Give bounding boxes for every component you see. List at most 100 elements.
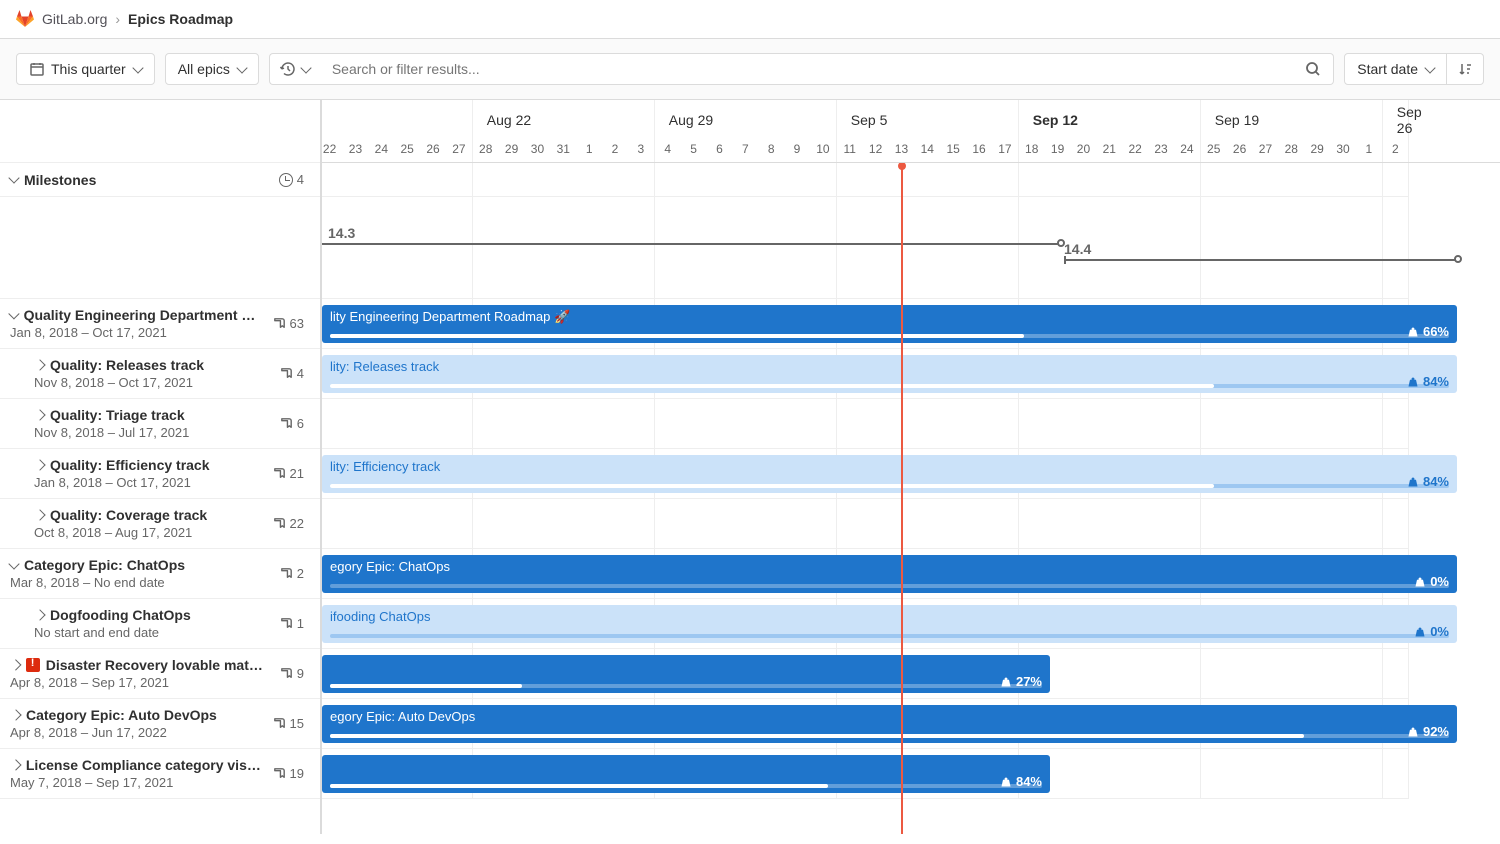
epic-child-count: 4 (279, 366, 304, 381)
epic-bar[interactable]: lity: Efficiency track84% (322, 455, 1457, 493)
epic-row[interactable]: Disaster Recovery lovable maturityApr 8,… (0, 649, 320, 699)
milestones-toggle-row[interactable]: Milestones 4 (0, 163, 320, 197)
timeline[interactable]: 21222324252627Aug 2228293031123Aug 29456… (322, 100, 1500, 834)
epic-child-count: 1 (279, 616, 304, 631)
timeline-epic-row: 84% (322, 749, 1409, 799)
breadcrumb-current: Epics Roadmap (128, 11, 233, 27)
day-cell: 1 (1356, 140, 1382, 162)
epic-title: License Compliance category vision (26, 757, 264, 773)
epic-title: Quality: Releases track (50, 357, 204, 373)
epic-bar-title: lity Engineering Department Roadmap 🚀 (330, 309, 1449, 325)
day-cell: 17 (992, 140, 1018, 162)
week-label: Sep 26 (1383, 100, 1411, 140)
day-cell: 6 (707, 140, 733, 162)
day-cell: 30 (1330, 140, 1356, 162)
epic-row[interactable]: Quality: Coverage trackOct 8, 2018 – Aug… (0, 499, 320, 549)
calendar-icon (29, 61, 45, 77)
chevron-down-icon (300, 62, 311, 73)
epic-bar-meta: 84% (1000, 774, 1042, 789)
chevron-down-icon (1424, 62, 1435, 73)
epic-bar-meta: 66% (1407, 324, 1449, 339)
day-cell: 24 (368, 140, 394, 162)
chevron-right-icon (10, 659, 21, 670)
epic-row[interactable]: Quality Engineering Department Roa...Jan… (0, 299, 320, 349)
epic-progress-fill (330, 734, 1304, 738)
epic-title: Category Epic: ChatOps (24, 557, 185, 573)
day-cell: 20 (1071, 140, 1097, 162)
timeframe-dropdown[interactable]: This quarter (16, 53, 155, 85)
epic-child-count: 21 (272, 466, 304, 481)
sort-dropdown[interactable]: Start date (1344, 53, 1447, 85)
week-column: Aug 2228293031123 (473, 100, 655, 162)
search-button[interactable] (1293, 53, 1334, 85)
chevron-down-icon (236, 62, 247, 73)
epic-title: Quality: Efficiency track (50, 457, 210, 473)
milestone-label[interactable]: 14.3 (328, 225, 355, 241)
chevron-down-icon (8, 172, 19, 183)
epic-bar-title: lity: Releases track (330, 359, 1449, 374)
epic-bar[interactable]: 84% (322, 755, 1050, 793)
day-cell: 23 (343, 140, 369, 162)
epic-progress-fill (330, 334, 1024, 338)
chevron-right-icon (34, 509, 45, 520)
toolbar: This quarter All epics Start date (0, 39, 1500, 100)
epic-row[interactable]: License Compliance category vision May 7,… (0, 749, 320, 799)
epics-sidebar[interactable]: Milestones 4 Quality Engineering Departm… (0, 100, 322, 834)
epic-child-count: 15 (272, 716, 304, 731)
milestone-label[interactable]: 14.4 (1064, 241, 1091, 257)
day-cell: 11 (837, 140, 863, 162)
week-column: Sep 192526272829301 (1201, 100, 1383, 162)
epic-progress-fill (330, 684, 522, 688)
chevron-right-icon (10, 709, 21, 720)
epic-bar-meta: 0% (1414, 574, 1449, 589)
gitlab-logo-icon (16, 10, 34, 28)
search-input[interactable] (320, 53, 1293, 85)
epic-bar-meta: 92% (1407, 724, 1449, 739)
epic-child-count: 9 (279, 666, 304, 681)
week-column: Sep 1218192021222324 (1019, 100, 1201, 162)
week-label (322, 100, 472, 140)
epic-dates: May 7, 2018 – Sep 17, 2021 (10, 775, 264, 790)
epic-bar[interactable]: egory Epic: Auto DevOps92% (322, 705, 1457, 743)
epic-row[interactable]: Quality: Efficiency trackJan 8, 2018 – O… (0, 449, 320, 499)
epic-dates: Apr 8, 2018 – Jun 17, 2022 (10, 725, 264, 740)
sort-icon (1457, 61, 1473, 77)
epic-row[interactable]: Category Epic: Auto DevOpsApr 8, 2018 – … (0, 699, 320, 749)
epics-filter-dropdown[interactable]: All epics (165, 53, 259, 85)
epic-bar-meta: 84% (1407, 374, 1449, 389)
timeline-epic-row (322, 399, 1409, 449)
epic-row[interactable]: Dogfooding ChatOpsNo start and end date1 (0, 599, 320, 649)
timeline-epic-row: lity: Releases track84% (322, 349, 1409, 399)
day-cell: 31 (550, 140, 576, 162)
milestone-bar[interactable] (1064, 259, 1457, 261)
epic-bar[interactable]: ifooding ChatOps0% (322, 605, 1457, 643)
epic-bar[interactable]: lity: Releases track84% (322, 355, 1457, 393)
epic-progress-fill (330, 784, 828, 788)
epic-bar[interactable]: egory Epic: ChatOps0% (322, 555, 1457, 593)
breadcrumb-parent[interactable]: GitLab.org (42, 11, 107, 27)
timeline-epic-row: 27% (322, 649, 1409, 699)
epic-row[interactable]: Quality: Triage trackNov 8, 2018 – Jul 1… (0, 399, 320, 449)
milestone-bar[interactable] (322, 243, 1062, 245)
epic-bar-title: ifooding ChatOps (330, 609, 1449, 624)
epic-progress-fill (330, 384, 1214, 388)
epic-bar-title: egory Epic: ChatOps (330, 559, 1449, 574)
epic-dates: Apr 8, 2018 – Sep 17, 2021 (10, 675, 271, 690)
timeline-milestones-area: 14.3 14.4 (322, 197, 1409, 299)
epic-row[interactable]: Category Epic: ChatOpsMar 8, 2018 – No e… (0, 549, 320, 599)
epic-child-count: 63 (272, 316, 304, 331)
day-cell: 15 (940, 140, 966, 162)
day-cell: 25 (1201, 140, 1227, 162)
timeline-header: 21222324252627Aug 2228293031123Aug 29456… (322, 100, 1500, 163)
epic-bar[interactable]: 27% (322, 655, 1050, 693)
epic-bar-meta: 27% (1000, 674, 1042, 689)
week-label: Sep 19 (1201, 100, 1382, 140)
sort-direction-button[interactable] (1447, 53, 1484, 85)
epic-progress-track (330, 634, 1449, 638)
epic-bar[interactable]: lity Engineering Department Roadmap 🚀66% (322, 305, 1457, 343)
day-cell: 10 (810, 140, 836, 162)
epic-row[interactable]: Quality: Releases trackNov 8, 2018 – Oct… (0, 349, 320, 399)
week-column: 21222324252627 (322, 100, 473, 162)
search-history-dropdown[interactable] (269, 53, 320, 85)
search-group (269, 53, 1334, 85)
